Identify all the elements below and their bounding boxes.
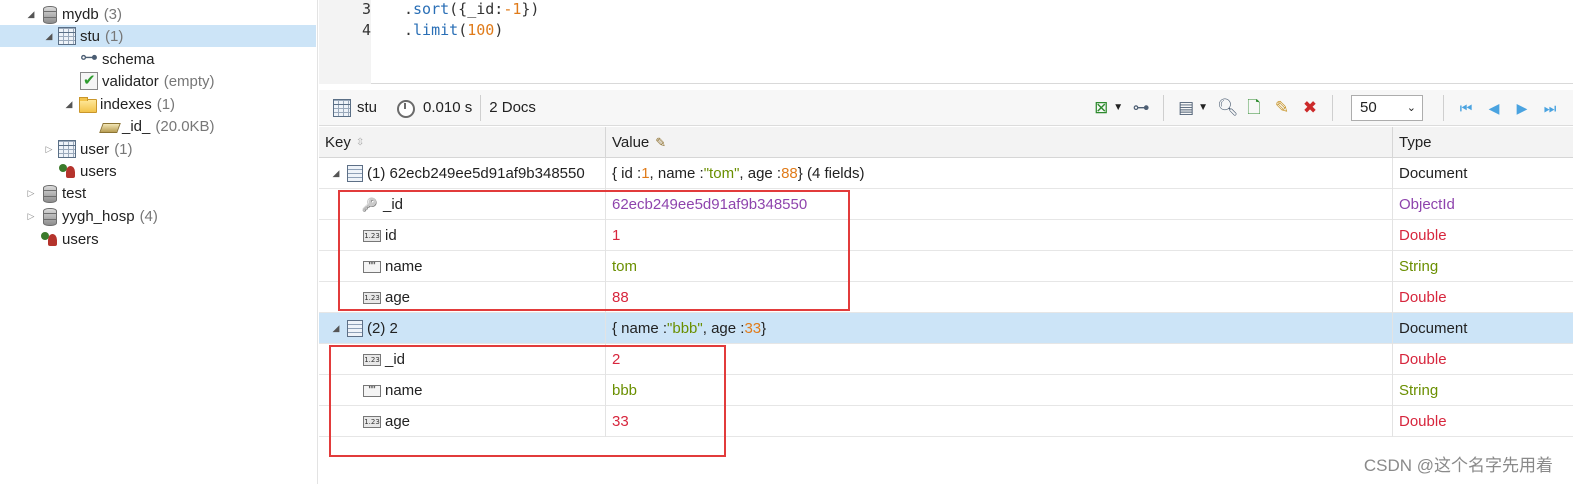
tree-node-id-index[interactable]: _id_ (20.0KB)	[100, 115, 215, 137]
add-doc-icon[interactable]: 🗋	[1245, 98, 1263, 117]
code-line[interactable]: .sort({_id:-1})	[404, 0, 539, 18]
folder-icon	[78, 95, 97, 113]
tree-node-test[interactable]: ▷ test	[26, 182, 86, 204]
export-icon[interactable]: ⊠	[1092, 98, 1110, 117]
expand-triangle-icon[interactable]: ◢	[331, 168, 341, 179]
expand-triangle-icon[interactable]: ◢	[64, 99, 74, 110]
first-page-icon[interactable]: ⏮	[1457, 99, 1475, 117]
page-size-select[interactable]: 50 ⌄	[1351, 94, 1423, 121]
line-number: 4	[361, 21, 371, 39]
chevron-down-icon: ⌄	[1406, 102, 1416, 114]
clock-icon	[396, 99, 416, 118]
tree-node-schema[interactable]: schema	[80, 47, 155, 70]
edit-column-icon: ✎	[655, 134, 667, 150]
next-page-icon[interactable]: ▶	[1513, 99, 1531, 117]
edit-doc-icon[interactable]: ✎	[1273, 98, 1291, 117]
query-editor[interactable]: 3 4 .sort({_id:-1}) .limit(100)	[319, 0, 1573, 84]
toolbar-divider	[1332, 94, 1333, 121]
schema-icon	[80, 47, 98, 68]
code-line[interactable]: .limit(100)	[404, 21, 503, 39]
expand-triangle-icon[interactable]: ◢	[331, 323, 341, 334]
expand-triangle-icon[interactable]: ◢	[44, 31, 54, 42]
connection-tree: ◢ mydb(3) ◢ stu(1) schema validator(empt…	[0, 0, 318, 484]
annotation-box	[329, 345, 726, 457]
collection-indicator: stu	[333, 90, 377, 126]
collapse-triangle-icon[interactable]: ▷	[26, 211, 36, 222]
last-page-icon[interactable]: ⏭	[1541, 99, 1559, 117]
toolbar-divider	[480, 94, 482, 121]
chevron-down-icon[interactable]: ▼	[1198, 102, 1208, 113]
document-row[interactable]: ◢ (1) 62ecb249ee5d91af9b348550 { id : 1,…	[319, 158, 1573, 189]
tree-node-validator[interactable]: validator(empty)	[80, 70, 215, 92]
chevron-down-icon[interactable]: ▼	[1113, 102, 1123, 113]
database-icon	[40, 184, 58, 203]
collection-icon	[58, 27, 76, 45]
tree-node-mydb[interactable]: ◢ mydb (3)	[26, 3, 122, 25]
column-header-type[interactable]: Type	[1393, 127, 1573, 158]
results-grid: Key ⇳ Value ✎ Type ◢ (1) 62ecb249ee5d91a…	[319, 127, 1573, 484]
query-time: 0.010 s	[391, 90, 472, 126]
doc-count: 2 Docs	[489, 99, 536, 116]
document-summary: { id : 1, name : "tom", age : 88 } (4 fi…	[606, 158, 1393, 189]
sort-icon: ⇳	[355, 137, 365, 148]
database-icon	[40, 5, 58, 24]
table-icon	[333, 98, 351, 117]
watermark: CSDN @这个名字先用着	[1363, 456, 1553, 475]
view-icon[interactable]: ▤	[1177, 98, 1195, 117]
collapse-triangle-icon[interactable]: ▷	[44, 144, 54, 155]
grid-header: Key ⇳ Value ✎ Type	[319, 127, 1573, 158]
tree-node-stu[interactable]: ◢ stu (1)	[0, 25, 316, 47]
line-number-gutter: 3 4	[319, 0, 371, 84]
column-header-value[interactable]: Value ✎	[606, 127, 1393, 158]
toolbar-divider	[1163, 94, 1165, 121]
prev-page-icon[interactable]: ◀	[1485, 99, 1503, 117]
database-icon	[40, 207, 58, 226]
document-icon	[347, 165, 363, 182]
tree-node-users[interactable]: users	[58, 160, 117, 182]
annotation-box	[338, 190, 850, 311]
index-icon	[100, 117, 118, 135]
find-icon[interactable]: 🔍︎	[1217, 98, 1239, 117]
line-number: 3	[361, 0, 371, 18]
tree-node-user[interactable]: ▷ user (1)	[44, 138, 133, 160]
tree-node-users-root[interactable]: users	[40, 228, 99, 250]
tree-view-icon[interactable]: ⊶	[1132, 98, 1150, 117]
collection-icon	[58, 140, 76, 158]
document-summary: { name : "bbb", age : 33 }	[606, 313, 1393, 344]
document-row[interactable]: ◢ (2) 2 { name : "bbb", age : 33 } Docum…	[319, 313, 1573, 344]
toolbar-divider	[1443, 94, 1444, 121]
document-icon	[347, 320, 363, 337]
collapse-triangle-icon[interactable]: ▷	[26, 188, 36, 199]
tree-node-indexes[interactable]: ◢ indexes (1)	[64, 93, 175, 115]
validator-icon	[80, 71, 98, 90]
tree-node-yygh-hosp[interactable]: ▷ yygh_hosp (4)	[26, 205, 158, 227]
expand-triangle-icon[interactable]: ◢	[26, 9, 36, 20]
users-icon	[40, 230, 58, 248]
delete-doc-icon[interactable]: ✖	[1301, 98, 1319, 117]
users-icon	[58, 162, 76, 180]
results-toolbar: stu 0.010 s 2 Docs ⊠ ▼ ⊶ ▤ ▼ 🔍︎ 🗋 ✎ ✖ 50…	[319, 90, 1573, 126]
column-header-key[interactable]: Key ⇳	[319, 127, 606, 158]
